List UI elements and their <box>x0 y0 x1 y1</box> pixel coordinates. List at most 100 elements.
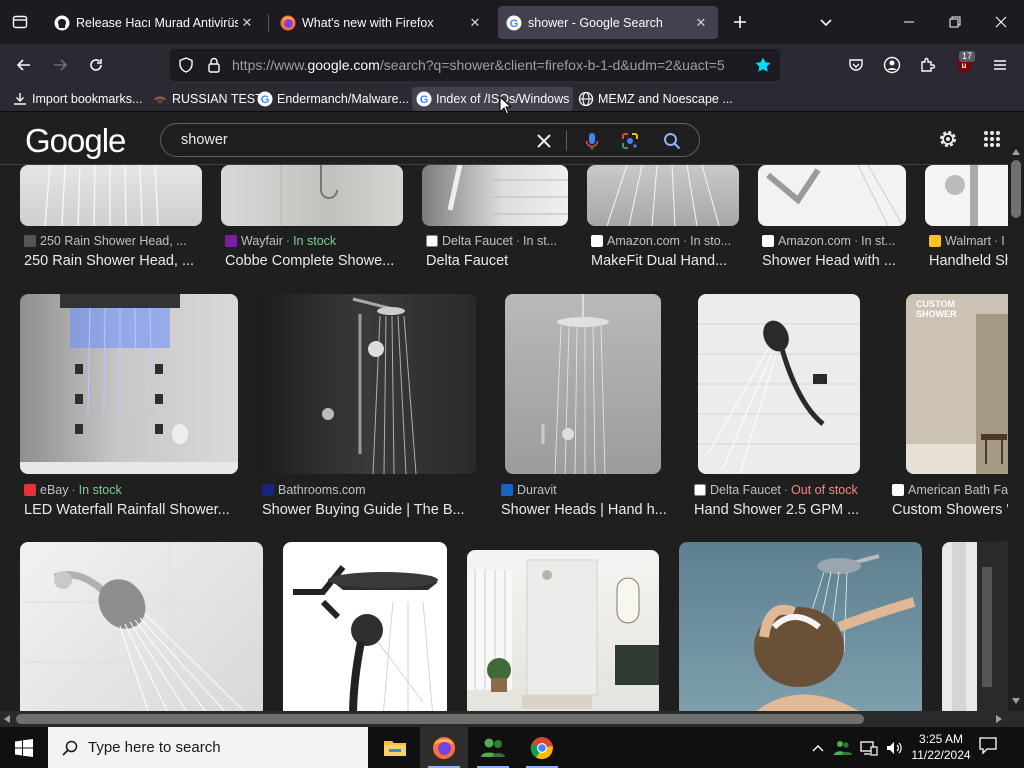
result-thumbnail[interactable] <box>758 165 906 226</box>
search-icon[interactable] <box>661 130 683 152</box>
search-input[interactable]: shower <box>181 132 228 148</box>
lock-icon[interactable] <box>206 56 222 74</box>
result-thumbnail[interactable]: CUSTOM SHOWER <box>906 294 1008 474</box>
image-result[interactable]: Delta Faucet · Out of stock Hand Shower 2.… <box>690 294 866 524</box>
google-lens-icon[interactable] <box>619 130 641 152</box>
image-result[interactable]: Delta Faucet · In st... Delta Faucet <box>422 165 568 275</box>
notification-center-icon[interactable] <box>978 735 998 755</box>
bookmark-import[interactable]: Import bookmarks... <box>8 87 146 111</box>
search-box[interactable]: shower <box>160 123 700 157</box>
image-result[interactable] <box>20 542 263 711</box>
people-tray-icon[interactable] <box>834 740 852 756</box>
firefox-view-button[interactable] <box>0 0 40 44</box>
close-tab-icon[interactable]: ✕ <box>692 15 710 31</box>
result-thumbnail[interactable] <box>698 294 860 474</box>
reload-button[interactable] <box>80 49 112 81</box>
list-all-tabs-button[interactable] <box>812 8 840 36</box>
result-title[interactable]: Shower Heads | Hand h... <box>501 502 673 518</box>
scroll-up-icon[interactable] <box>1012 149 1020 155</box>
vertical-scrollbar[interactable] <box>1008 113 1024 711</box>
app-menu-button[interactable] <box>988 53 1012 77</box>
bookmark-index-isos[interactable]: G Index of /ISOs/Windows <box>412 87 574 111</box>
chevron-up-icon[interactable] <box>812 744 824 752</box>
result-title[interactable]: Shower Buying Guide | The B... <box>262 502 476 518</box>
result-thumbnail[interactable] <box>467 550 659 711</box>
scroll-right-icon[interactable] <box>996 715 1002 723</box>
image-result[interactable]: eBay · In stock LED Waterfall Rainfall Sho… <box>20 294 238 524</box>
image-result[interactable] <box>942 542 1008 711</box>
start-button[interactable] <box>0 727 48 768</box>
image-result[interactable]: Duravit Shower Heads | Hand h... <box>497 294 673 524</box>
result-thumbnail[interactable] <box>679 542 922 711</box>
scroll-down-icon[interactable] <box>1012 698 1020 704</box>
new-tab-button[interactable] <box>726 8 754 36</box>
result-title[interactable]: Hand Shower 2.5 GPM ... <box>694 502 866 518</box>
result-title[interactable]: Cobbe Complete Showe... <box>225 253 403 269</box>
result-title[interactable]: Delta Faucet <box>426 253 568 269</box>
bookmark-memz[interactable]: MEMZ and Noescape ... <box>574 87 737 111</box>
vertical-scroll-thumb[interactable] <box>1011 160 1021 218</box>
image-result[interactable]: Bathrooms.com Shower Buying Guide | The … <box>258 294 476 524</box>
image-result[interactable]: 250 Rain Shower Head, ... 250 Rain Showe… <box>20 165 202 275</box>
result-thumbnail[interactable] <box>221 165 403 226</box>
image-result[interactable] <box>679 542 922 711</box>
result-title[interactable]: 250 Rain Shower Head, ... <box>24 253 202 269</box>
image-result[interactable]: Wayfair · In stock Cobbe Complete Showe... <box>221 165 403 275</box>
image-result[interactable] <box>283 542 447 711</box>
microphone-icon[interactable] <box>581 130 603 152</box>
google-logo[interactable]: Google <box>25 122 126 160</box>
extensions-button[interactable] <box>916 53 940 77</box>
url-text[interactable]: https://www.google.com/search?q=shower&c… <box>232 57 747 73</box>
taskbar-chrome[interactable] <box>518 727 566 768</box>
bookmark-russian-test[interactable]: RUSSIAN TEST <box>148 87 267 111</box>
taskbar-search-box[interactable]: Type here to search <box>48 727 368 768</box>
image-result[interactable]: CUSTOM SHOWER American Bath Fa Custom Sh… <box>888 294 1008 524</box>
result-thumbnail[interactable] <box>587 165 739 226</box>
close-tab-icon[interactable]: ✕ <box>466 15 484 31</box>
minimize-button[interactable] <box>886 0 932 44</box>
result-thumbnail[interactable] <box>505 294 661 474</box>
close-window-button[interactable] <box>978 0 1024 44</box>
result-title[interactable]: MakeFit Dual Hand... <box>591 253 739 269</box>
result-title[interactable]: Custom Showers ' <box>892 502 1008 518</box>
result-thumbnail[interactable] <box>20 165 202 226</box>
url-bar[interactable]: https://www.google.com/search?q=shower&c… <box>170 49 780 81</box>
result-thumbnail[interactable] <box>283 542 447 711</box>
result-thumbnail[interactable] <box>422 165 568 226</box>
google-apps-icon[interactable] <box>983 130 1001 148</box>
taskbar-clock[interactable]: 3:25 AM 11/22/2024 <box>906 731 976 763</box>
result-title[interactable]: LED Waterfall Rainfall Shower... <box>24 502 238 518</box>
image-result[interactable] <box>467 542 659 711</box>
taskbar-file-explorer[interactable] <box>371 727 419 768</box>
volume-icon[interactable] <box>886 740 904 756</box>
forward-button[interactable] <box>44 49 76 81</box>
taskbar-firefox[interactable] <box>420 727 468 768</box>
image-result[interactable]: Amazon.com · In sto... MakeFit Dual Hand..… <box>587 165 739 275</box>
pocket-button[interactable] <box>844 53 868 77</box>
tab-google-search[interactable]: G shower - Google Search ✕ <box>498 6 718 39</box>
result-thumbnail[interactable] <box>942 542 1008 711</box>
result-title[interactable]: Handheld Sh <box>929 253 1008 269</box>
settings-gear-icon[interactable] <box>937 128 959 150</box>
image-result[interactable]: Amazon.com · In st... Shower Head with ... <box>758 165 906 275</box>
tab-release[interactable]: Release Hacı Murad Antivirüs B... ✕ <box>46 6 264 39</box>
result-thumbnail[interactable] <box>258 294 476 474</box>
result-title[interactable]: Shower Head with ... <box>762 253 906 269</box>
tab-whats-new[interactable]: What's new with Firefox ✕ <box>272 6 492 39</box>
scroll-left-icon[interactable] <box>4 715 10 723</box>
clear-search-icon[interactable] <box>533 130 555 152</box>
shield-icon[interactable] <box>178 57 194 73</box>
restore-button[interactable] <box>932 0 978 44</box>
result-thumbnail[interactable] <box>20 294 238 474</box>
taskbar-people-app[interactable] <box>469 727 517 768</box>
bookmark-star-icon[interactable] <box>754 56 772 74</box>
close-tab-icon[interactable]: ✕ <box>238 15 256 31</box>
horizontal-scrollbar[interactable] <box>0 711 1024 727</box>
account-button[interactable] <box>880 53 904 77</box>
back-button[interactable] <box>8 49 40 81</box>
bookmark-endermanch[interactable]: G Endermanch/Malware... <box>253 87 413 111</box>
result-thumbnail[interactable] <box>925 165 1008 226</box>
horizontal-scroll-thumb[interactable] <box>16 714 864 724</box>
result-thumbnail[interactable] <box>20 542 263 711</box>
image-result[interactable]: Walmart · I Handheld Sh <box>925 165 1008 275</box>
